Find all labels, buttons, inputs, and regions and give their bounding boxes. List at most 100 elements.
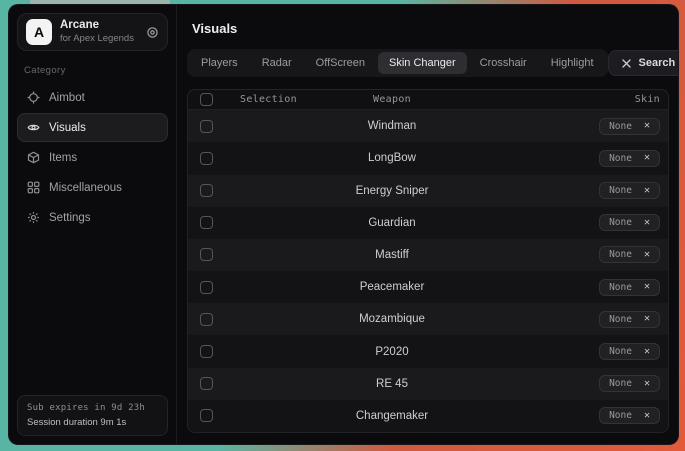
skin-value: None bbox=[609, 282, 632, 293]
search-button-label: Search bbox=[639, 57, 676, 69]
sidebar-item[interactable]: Aimbot bbox=[17, 83, 168, 112]
page-title: Visuals bbox=[192, 21, 669, 36]
category-label: Category bbox=[24, 65, 161, 76]
clear-skin-icon[interactable]: ✕ bbox=[644, 186, 650, 196]
sidebar-item[interactable]: Miscellaneous bbox=[17, 173, 168, 202]
sidebar-item-label: Visuals bbox=[49, 122, 86, 134]
app-title: Arcane bbox=[60, 19, 134, 33]
weapon-name: Mozambique bbox=[344, 313, 440, 325]
toolbar: Players Radar OffScreen Skin Changer Cro… bbox=[187, 49, 669, 77]
skin-value: None bbox=[609, 378, 632, 389]
tab[interactable]: Highlight bbox=[540, 52, 605, 74]
skin-value: None bbox=[609, 346, 632, 357]
skin-value: None bbox=[609, 249, 632, 260]
row-checkbox[interactable] bbox=[200, 184, 213, 197]
weapon-name: Windman bbox=[344, 120, 440, 132]
tab[interactable]: Crosshair bbox=[469, 52, 538, 74]
skin-value: None bbox=[609, 185, 632, 196]
row-checkbox[interactable] bbox=[200, 216, 213, 229]
table-body: Windman None ✕ LongBow bbox=[188, 110, 668, 432]
sidebar-item-label: Settings bbox=[49, 212, 91, 224]
gear-icon bbox=[27, 211, 40, 224]
clear-skin-icon[interactable]: ✕ bbox=[644, 379, 650, 389]
weapon-name: Peacemaker bbox=[344, 281, 440, 293]
clear-skin-icon[interactable]: ✕ bbox=[644, 282, 650, 292]
weapon-name: Mastiff bbox=[344, 249, 440, 261]
skin-value: None bbox=[609, 217, 632, 228]
table-row: Peacemaker None ✕ bbox=[188, 271, 668, 303]
row-checkbox[interactable] bbox=[200, 281, 213, 294]
tab-bar: Players Radar OffScreen Skin Changer Cro… bbox=[187, 49, 608, 77]
sidebar-nav: Aimbot Visuals Items Miscellaneous bbox=[17, 83, 168, 233]
weapon-name: Guardian bbox=[344, 217, 440, 229]
table-header-row: Selection Weapon Skin bbox=[188, 90, 668, 110]
sidebar-item-label: Miscellaneous bbox=[49, 182, 122, 194]
skin-value-badge[interactable]: None ✕ bbox=[599, 214, 660, 231]
skin-value-badge[interactable]: None ✕ bbox=[599, 311, 660, 328]
clear-skin-icon[interactable]: ✕ bbox=[644, 411, 650, 421]
skin-value: None bbox=[609, 153, 632, 164]
app-logo: A bbox=[26, 19, 52, 45]
row-checkbox[interactable] bbox=[200, 120, 213, 133]
select-all-checkbox[interactable] bbox=[200, 93, 213, 106]
table-row: Energy Sniper None ✕ bbox=[188, 175, 668, 207]
skin-value-badge[interactable]: None ✕ bbox=[599, 118, 660, 135]
sidebar: A Arcane for Apex Legends Category Aimbo… bbox=[9, 5, 177, 444]
sidebar-item-label: Items bbox=[49, 152, 77, 164]
eye-icon bbox=[27, 121, 40, 134]
sidebar-item[interactable]: Visuals bbox=[17, 113, 168, 142]
skin-value-badge[interactable]: None ✕ bbox=[599, 246, 660, 263]
column-header-selection: Selection bbox=[240, 94, 344, 105]
search-icon bbox=[622, 59, 631, 68]
skin-value-badge[interactable]: None ✕ bbox=[599, 182, 660, 199]
table-row: RE 45 None ✕ bbox=[188, 368, 668, 400]
row-checkbox[interactable] bbox=[200, 248, 213, 261]
skin-value-badge[interactable]: None ✕ bbox=[599, 279, 660, 296]
clear-skin-icon[interactable]: ✕ bbox=[644, 314, 650, 324]
subscription-info-card: Sub expires in 9d 23h Session duration 9… bbox=[17, 395, 168, 436]
row-checkbox[interactable] bbox=[200, 313, 213, 326]
table-row: Mozambique None ✕ bbox=[188, 303, 668, 335]
weapon-name: Changemaker bbox=[344, 410, 440, 422]
row-checkbox[interactable] bbox=[200, 409, 213, 422]
table-row: Windman None ✕ bbox=[188, 110, 668, 142]
column-header-weapon: Weapon bbox=[344, 94, 440, 105]
weapon-name: LongBow bbox=[344, 152, 440, 164]
clear-skin-icon[interactable]: ✕ bbox=[644, 218, 650, 228]
skin-value-badge[interactable]: None ✕ bbox=[599, 150, 660, 167]
sidebar-item[interactable]: Items bbox=[17, 143, 168, 172]
tab[interactable]: Skin Changer bbox=[378, 52, 467, 74]
row-checkbox[interactable] bbox=[200, 345, 213, 358]
clear-skin-icon[interactable]: ✕ bbox=[644, 347, 650, 357]
skin-value-badge[interactable]: None ✕ bbox=[599, 343, 660, 360]
clear-skin-icon[interactable]: ✕ bbox=[644, 121, 650, 131]
row-checkbox[interactable] bbox=[200, 377, 213, 390]
target-icon[interactable] bbox=[146, 26, 159, 39]
sub-expiry-text: Sub expires in 9d 23h bbox=[27, 403, 158, 413]
tab[interactable]: Players bbox=[190, 52, 249, 74]
table-row: P2020 None ✕ bbox=[188, 335, 668, 367]
search-button[interactable]: Search bbox=[608, 50, 679, 76]
weapon-name: Energy Sniper bbox=[344, 185, 440, 197]
sidebar-item[interactable]: Settings bbox=[17, 203, 168, 232]
table-row: LongBow None ✕ bbox=[188, 142, 668, 174]
tab[interactable]: Radar bbox=[251, 52, 303, 74]
app-window: A Arcane for Apex Legends Category Aimbo… bbox=[8, 4, 679, 445]
skin-value: None bbox=[609, 410, 632, 421]
skin-value: None bbox=[609, 314, 632, 325]
weapon-name: RE 45 bbox=[344, 378, 440, 390]
session-duration-text: Session duration 9m 1s bbox=[27, 417, 158, 428]
row-checkbox[interactable] bbox=[200, 152, 213, 165]
grid-icon bbox=[27, 181, 40, 194]
skin-value: None bbox=[609, 121, 632, 132]
clear-skin-icon[interactable]: ✕ bbox=[644, 153, 650, 163]
tab[interactable]: OffScreen bbox=[305, 52, 376, 74]
weapon-name: P2020 bbox=[344, 346, 440, 358]
clear-skin-icon[interactable]: ✕ bbox=[644, 250, 650, 260]
skin-value-badge[interactable]: None ✕ bbox=[599, 375, 660, 392]
app-subtitle: for Apex Legends bbox=[60, 33, 134, 44]
column-header-skin: Skin bbox=[635, 94, 660, 105]
skin-value-badge[interactable]: None ✕ bbox=[599, 407, 660, 424]
package-icon bbox=[27, 151, 40, 164]
crosshair-icon bbox=[27, 91, 40, 104]
